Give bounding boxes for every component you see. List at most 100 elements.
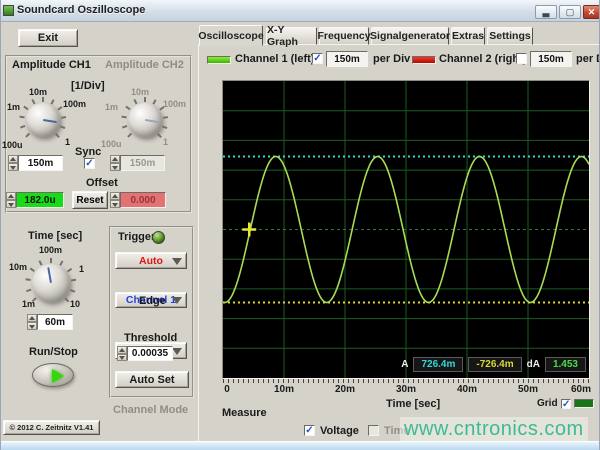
play-icon — [52, 369, 64, 383]
readout-lower-value: -726.4m — [468, 357, 522, 372]
knob-scale-label: 1 — [79, 264, 85, 274]
channel2-per-div-value[interactable]: 150m — [530, 51, 572, 67]
maximize-button[interactable]: ▢ — [559, 5, 581, 19]
trigger-led — [152, 231, 165, 244]
time-spinner[interactable] — [27, 314, 37, 330]
copyright-bar: © 2012 C. Zeitnitz V1.41 — [3, 420, 100, 435]
chevron-down-icon — [172, 347, 182, 355]
tab-oscilloscope[interactable]: Oscilloscope — [198, 25, 264, 46]
channel2-color-swatch — [412, 56, 436, 64]
trigger-mode-value: Auto — [139, 254, 163, 267]
x-tick-label: 0 — [224, 384, 230, 395]
app-icon — [3, 5, 14, 16]
run-stop-label: Run/Stop — [29, 346, 78, 358]
channel1-color-swatch — [207, 56, 231, 64]
time-value[interactable]: 60m — [37, 314, 73, 330]
offset-reset-button[interactable]: Reset — [72, 191, 108, 209]
amplitude-ch1-spinner[interactable] — [8, 155, 18, 171]
offset-ch1-spinner[interactable] — [6, 192, 16, 208]
grid-label: Grid — [537, 398, 558, 409]
sync-label: Sync — [75, 146, 102, 158]
run-stop-button[interactable] — [32, 363, 74, 387]
per-div-label: per Div — [576, 53, 599, 65]
time-knob[interactable] — [25, 258, 77, 303]
amplitude-ch2-value[interactable]: 150m — [120, 155, 165, 171]
amplitude-ch1-value[interactable]: 150m — [18, 155, 63, 171]
knob-scale-label: 100m — [163, 99, 187, 109]
exit-button[interactable]: Exit — [18, 29, 78, 47]
offset-ch1-value[interactable]: 182.0u — [16, 192, 64, 208]
threshold-label: Threshold — [124, 332, 178, 344]
knob-scale-label: 1m — [22, 299, 36, 309]
per-div-label: per Div — [373, 53, 411, 65]
x-tick-label: 50m — [517, 384, 538, 395]
channel-mode-label: Channel Mode — [113, 404, 189, 416]
offset-ch2-value[interactable]: 0.000 — [120, 192, 166, 208]
tab-xy-graph[interactable]: X-Y Graph — [266, 24, 317, 48]
knob-scale-label: 100m — [63, 99, 87, 109]
readout-dA-label: dA — [526, 359, 540, 370]
knob-scale-label: 10 — [70, 299, 81, 309]
sync-checkbox[interactable]: ✓ — [84, 158, 95, 169]
grid-color-swatch — [574, 399, 594, 408]
x-tick-label: 40m — [456, 384, 477, 395]
amplitude-ch2-spinner[interactable] — [110, 155, 120, 171]
chevron-down-icon — [172, 257, 182, 265]
x-tick-label: 20m — [334, 384, 355, 395]
edge-label: Edge — [139, 295, 166, 307]
offset-ch2-spinner[interactable] — [110, 192, 120, 208]
knob-scale-label: 10m — [29, 87, 48, 97]
auto-set-button[interactable]: Auto Set — [115, 371, 189, 388]
channel2-checkbox[interactable] — [516, 53, 527, 64]
app-window: Soundcard Oszilloscope ▃ ▢ ✕ Exit Amplit… — [0, 0, 600, 450]
measure-label: Measure — [222, 407, 267, 419]
knob-scale-label: 10m — [9, 262, 28, 272]
scope-plot[interactable]: A 726.4m -726.4m dA 1.453 — [222, 80, 590, 379]
knob-scale-label: 1m — [7, 102, 21, 112]
tab-signalgenerator[interactable]: Signalgenerator — [370, 27, 450, 45]
window-bottom-border — [1, 441, 599, 450]
amplitude-ch2-title: Amplitude CH2 — [105, 59, 184, 71]
amplitude-ch1-title: Amplitude CH1 — [12, 59, 91, 71]
x-axis-title: Time [sec] — [386, 398, 441, 410]
close-button[interactable]: ✕ — [583, 5, 599, 19]
tab-frequency[interactable]: Frequency — [317, 27, 371, 45]
amplitude-ch1-knob[interactable] — [19, 97, 67, 138]
chevron-down-icon — [172, 297, 182, 304]
knob-scale-label: 1 — [163, 137, 169, 147]
knob-scale-label: 100m — [39, 245, 63, 255]
time-title: Time [sec] — [28, 230, 83, 242]
watermark: www.cntronics.com — [400, 417, 588, 442]
knob-scale-label: 1 — [65, 137, 71, 147]
readout-upper-value: 726.4m — [413, 357, 464, 372]
channel1-checkbox[interactable]: ✓ — [312, 53, 323, 64]
window-title: Soundcard Oszilloscope — [17, 4, 146, 16]
x-tick-label: 60m — [570, 384, 591, 395]
amplitude-ch2-knob[interactable] — [121, 97, 169, 138]
x-tick-label: 30m — [395, 384, 416, 395]
offset-label: Offset — [86, 177, 118, 189]
channel1-per-div-value[interactable]: 150m — [326, 51, 368, 67]
knob-scale-label: 10m — [131, 87, 150, 97]
readout-dA-value: 1.453 — [544, 357, 586, 372]
knob-scale-label: 100u — [101, 139, 122, 149]
minimize-button[interactable]: ▃ — [535, 5, 557, 19]
voltage-label: Voltage — [320, 425, 359, 437]
tab-extras[interactable]: Extras — [451, 27, 485, 45]
tab-settings[interactable]: Settings — [487, 27, 533, 45]
x-axis-ticks — [223, 379, 589, 383]
threshold-value[interactable]: 0.00035 — [127, 346, 173, 361]
trigger-title: Trigger — [118, 231, 156, 243]
per-div-unit-label: [1/Div] — [71, 80, 105, 92]
cursor-readout: A 726.4m -726.4m dA 1.453 — [401, 357, 586, 372]
grid-checkbox[interactable]: ✓ — [561, 399, 571, 410]
x-tick-label: 10m — [273, 384, 294, 395]
scope-canvas[interactable] — [223, 81, 589, 378]
trigger-mode-dropdown[interactable]: Auto — [115, 252, 187, 269]
threshold-spinner[interactable] — [117, 346, 127, 361]
knob-scale-label: 100u — [2, 140, 23, 150]
time-measure-checkbox[interactable] — [368, 425, 379, 436]
voltage-checkbox[interactable]: ✓ — [304, 425, 315, 436]
title-bar: Soundcard Oszilloscope ▃ ▢ ✕ — [1, 0, 599, 22]
channel2-label: Channel 2 (right) — [439, 53, 527, 65]
